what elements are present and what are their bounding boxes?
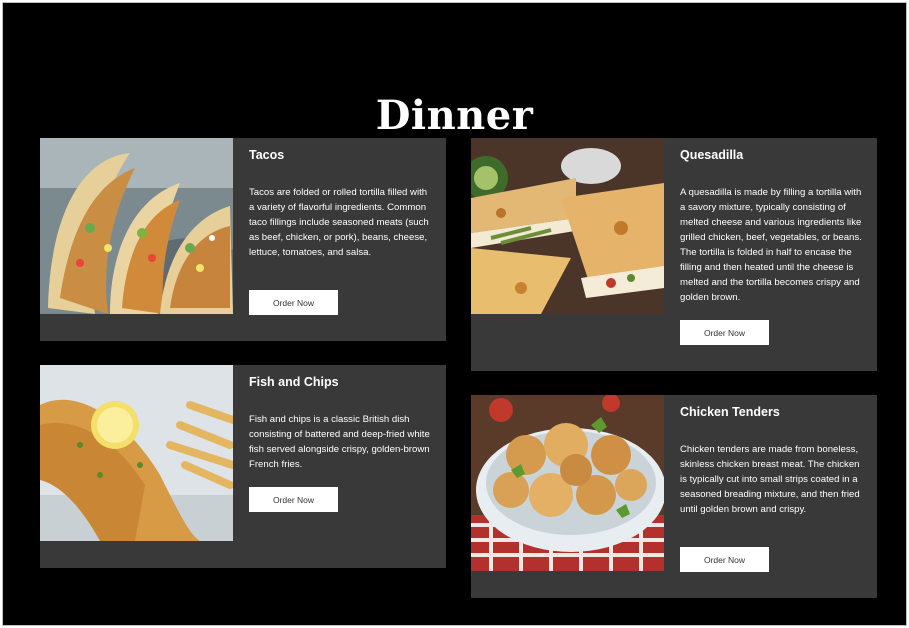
fish-and-chips-name: Fish and Chips	[249, 375, 339, 389]
page-frame: Dinner Tacos Tacos are folded or rolled …	[2, 2, 907, 626]
tacos-name: Tacos	[249, 148, 285, 162]
quesadilla-description: A quesadilla is made by filling a tortil…	[680, 187, 862, 303]
chicken-tenders-order-button[interactable]: Order Now	[680, 547, 769, 572]
fish-and-chips-description: Fish and chips is a classic British dish…	[249, 414, 430, 470]
menu-card-chicken-tenders: Chicken Tenders Chicken tenders are made…	[471, 395, 877, 598]
tacos-description: Tacos are folded or rolled tortilla fill…	[249, 187, 429, 258]
quesadilla-image	[471, 138, 664, 314]
fish-and-chips-image	[40, 365, 233, 541]
quesadilla-name: Quesadilla	[680, 148, 744, 162]
menu-card-quesadilla: Quesadilla A quesadilla is made by filli…	[471, 138, 877, 371]
chicken-tenders-image	[471, 395, 664, 571]
fish-and-chips-order-button[interactable]: Order Now	[249, 487, 338, 512]
page-title: Dinner	[375, 91, 534, 139]
quesadilla-order-button[interactable]: Order Now	[680, 320, 769, 345]
chicken-tenders-name: Chicken Tenders	[680, 405, 780, 419]
chicken-tenders-description: Chicken tenders are made from boneless, …	[680, 444, 860, 515]
tacos-order-button[interactable]: Order Now	[249, 290, 338, 315]
tacos-image	[40, 138, 233, 314]
menu-card-fish-and-chips: Fish and Chips Fish and chips is a class…	[40, 365, 446, 568]
menu-card-tacos: Tacos Tacos are folded or rolled tortill…	[40, 138, 446, 341]
